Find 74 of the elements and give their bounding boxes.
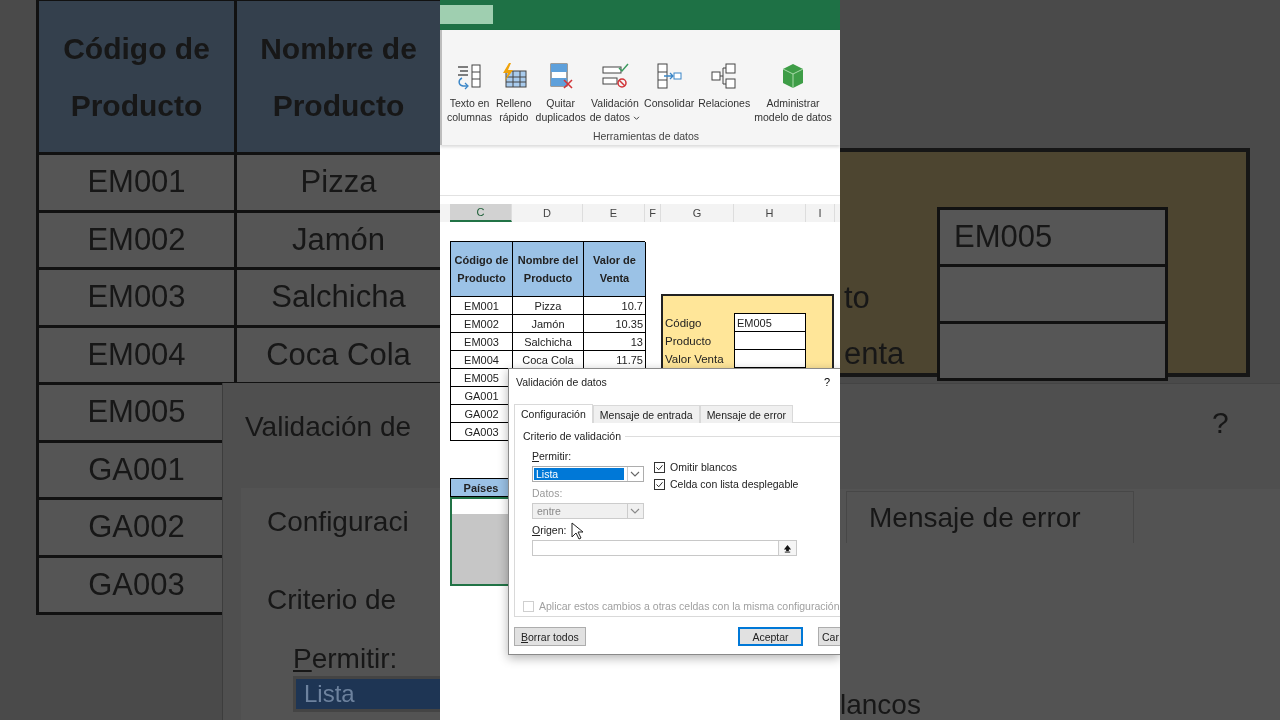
table-header-cell: Valor de Venta (584, 242, 646, 297)
table-cell: EM002 (451, 315, 513, 333)
backdrop-table-cell: EM002 (39, 212, 237, 270)
column-header[interactable]: D (512, 204, 583, 222)
backdrop-table-cell: EM005 (940, 210, 1168, 267)
backdrop-field-label: Permitir: (293, 643, 398, 675)
dialog-button[interactable]: Car (818, 627, 840, 646)
backdrop-table-cell: EM003 (39, 270, 237, 328)
table-cell: 10.7 (584, 297, 646, 315)
backdrop-help: ? (1212, 406, 1229, 440)
backdrop-dialog-title: Validación de (245, 411, 412, 443)
linked-boxes-icon (710, 62, 739, 90)
source-field[interactable] (532, 540, 797, 556)
ribbon-button[interactable]: Administrar modelo de datos (752, 62, 834, 124)
table-header-cell: Código de Producto (451, 242, 513, 297)
table-cell: EM003 (451, 333, 513, 351)
column-header[interactable]: H (734, 204, 806, 222)
table-cell: EM001 (451, 297, 513, 315)
table-cell: Salchicha (513, 333, 584, 351)
backdrop-table-cell: Coca Cola (237, 327, 440, 385)
checkbox[interactable] (654, 461, 665, 473)
checkbox-label: Celda con lista desplegable (670, 478, 799, 490)
checkbox-label: Omitir blancos (670, 461, 738, 473)
field-label: Datos: (532, 487, 564, 500)
checkbox-label: Aplicar estos cambios a otras celdas con la misma configuración (539, 600, 840, 612)
table-header-cell: Nombre del Producto (513, 242, 584, 297)
table-cell: Jamón (513, 315, 584, 333)
dialog-title: Validación de datos (516, 376, 607, 388)
ribbon-button[interactable]: Relleno rápido (493, 62, 534, 124)
group-label: Herramientas de datos (592, 130, 700, 142)
tab[interactable]: Mensaje de error (699, 405, 793, 423)
checkbox[interactable] (654, 478, 665, 490)
tab[interactable]: Configuración (514, 404, 593, 423)
backdrop-table-cell: Pizza (237, 155, 440, 213)
column-header[interactable]: E (583, 204, 645, 222)
up-arrow-icon (783, 543, 792, 553)
backdrop-table-cell: Jamón (237, 212, 440, 270)
ribbon-button[interactable]: Consolidar (642, 62, 697, 124)
columns-icon (455, 62, 484, 90)
table-cell: Pizza (513, 297, 584, 315)
section-label: Criterio de validación (523, 430, 622, 442)
field-label: Permitir: (532, 450, 573, 463)
ribbon-button[interactable]: Texto en columnas (445, 62, 494, 124)
backdrop-tab-label: Configuraci (267, 506, 409, 538)
backdrop-section-label: Criterio de (267, 584, 397, 616)
backdrop-table-cell: EM001 (39, 155, 237, 213)
lookup-label: Código (664, 316, 703, 331)
cursor-icon (571, 522, 583, 540)
dialog-button[interactable]: Aceptar (738, 627, 803, 646)
help-button[interactable]: ? (823, 376, 830, 388)
dialog-button[interactable]: Borrar todos (514, 627, 586, 646)
lookup-label: Producto (664, 334, 713, 349)
merge-arrow-icon (655, 62, 684, 90)
table-cell: 10.35 (584, 315, 646, 333)
ribbon-button[interactable]: Relaciones (696, 62, 753, 124)
ribbon-button[interactable]: Quitar duplicados (533, 62, 588, 124)
caret-icon (627, 504, 642, 518)
column-header[interactable]: F (645, 204, 661, 222)
column-header[interactable]: G (661, 204, 734, 222)
backdrop-label: lancos (840, 689, 921, 720)
tab[interactable]: Mensaje de entrada (592, 405, 700, 423)
column-header[interactable]: C (450, 204, 512, 222)
collapse-button[interactable] (778, 541, 796, 555)
checklist-icon (600, 62, 629, 90)
ribbon-button[interactable]: Validación de datos (587, 62, 643, 124)
backdrop-table-cell: Salchicha (237, 270, 440, 328)
lookup-label: Valor Venta (664, 352, 725, 367)
backdrop-tab-label: Mensaje de error (869, 502, 1081, 533)
column-header[interactable]: I (806, 204, 835, 222)
backdrop-table-cell: EM004 (39, 327, 237, 385)
allow-select[interactable]: Lista (532, 466, 644, 482)
caret-icon (627, 467, 642, 481)
table-cell: 13 (584, 333, 646, 351)
field-label: Origen: (532, 524, 567, 537)
